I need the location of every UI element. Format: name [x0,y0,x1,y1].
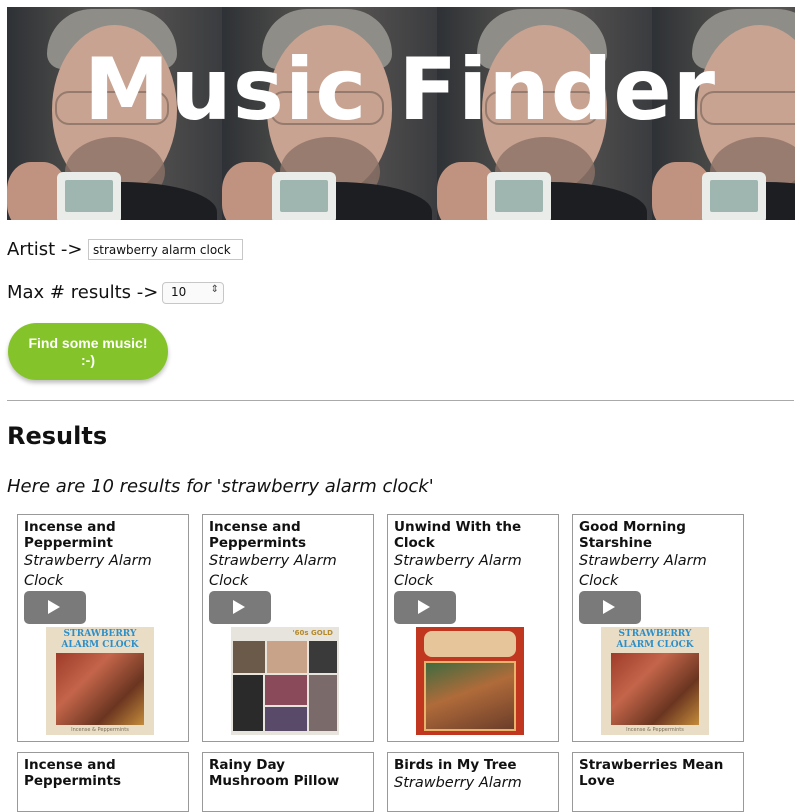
song-artist: Strawberry Alarm Clock [209,553,337,589]
song-artist: Strawberry Alarm [394,775,522,791]
song-title: Rainy Day Mushroom Pillow [209,757,340,789]
page-title: Music Finder [83,40,717,140]
album-cover: STRAWBERRY ALARM CLOCK Incense & Pepperm… [601,627,709,735]
updown-chevron-icon: ⇕ [210,284,219,295]
play-button[interactable] [209,591,271,624]
artist-label: Artist -> [7,238,83,260]
divider [7,400,794,401]
result-card: Good Morning Starshine Strawberry Alarm … [572,514,744,742]
song-title: Incense and Peppermints [209,519,306,551]
find-music-button[interactable]: Find some music! :-) [8,323,168,380]
play-icon [418,600,430,614]
play-icon [48,600,60,614]
song-artist: Strawberry Alarm Clock [24,553,152,589]
result-card: Birds in My Tree Strawberry Alarm [387,752,559,812]
song-title: Incense and Peppermints [24,757,121,789]
song-artist: Strawberry Alarm Clock [579,553,707,589]
result-card: Strawberries Mean Love [572,752,744,812]
song-title: Strawberries Mean Love [579,757,724,789]
max-results-label: Max # results -> [7,281,159,303]
album-cover: STRAWBERRY ALARM CLOCK Incense & Pepperm… [46,627,154,735]
song-title: Birds in My Tree [394,757,517,773]
play-button[interactable] [24,591,86,624]
cover-foot-text: Incense & Peppermints [626,727,684,733]
song-title: Unwind With the Clock [394,519,522,551]
result-card: Incense and Peppermints [17,752,189,812]
cover-foot-text: Incense & Peppermints [71,727,129,733]
cover-badge-text: '60s GOLD [292,629,333,637]
play-button[interactable] [579,591,641,624]
play-icon [603,600,615,614]
artist-row: Artist -> [7,238,83,260]
max-results-row: Max # results -> [7,281,158,303]
results-summary: Here are 10 results for 'strawberry alar… [7,476,434,497]
results-heading: Results [7,422,108,450]
result-card: Incense and Peppermint Strawberry Alarm … [17,514,189,742]
album-cover [416,627,524,735]
cover-band-text: STRAWBERRY ALARM CLOCK [616,629,694,650]
max-results-select[interactable]: 10 ⇕ [162,282,224,304]
result-card: Rainy Day Mushroom Pillow [202,752,374,812]
result-card: Incense and Peppermints Strawberry Alarm… [202,514,374,742]
song-title: Good Morning Starshine [579,519,686,551]
song-artist: Strawberry Alarm Clock [394,553,522,589]
result-card: Unwind With the Clock Strawberry Alarm C… [387,514,559,742]
play-icon [233,600,245,614]
song-title: Incense and Peppermint [24,519,116,551]
artist-input[interactable] [88,239,243,260]
play-button[interactable] [394,591,456,624]
cover-band-text: STRAWBERRY ALARM CLOCK [61,629,139,650]
album-cover: '60s GOLD [231,627,339,735]
max-results-value: 10 [171,285,187,299]
